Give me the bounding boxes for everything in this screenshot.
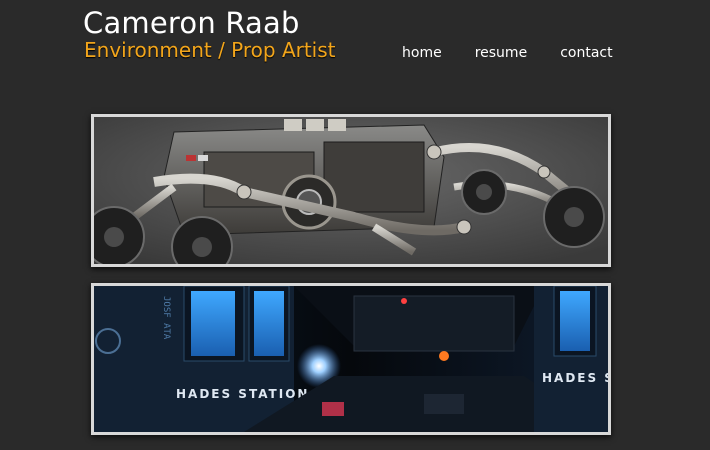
station-render-image: JOSF ATA HADES STATION HADES S	[94, 286, 608, 432]
station-vertical-text: JOSF ATA	[161, 296, 171, 340]
nav-home-link[interactable]: home	[402, 45, 442, 61]
rover-render-image	[94, 117, 608, 264]
artist-role: Environment / Prop Artist	[84, 38, 336, 62]
nav-contact-link[interactable]: contact	[560, 45, 612, 61]
nav-resume-link[interactable]: resume	[475, 45, 527, 61]
station-sign-left: HADES STATION	[176, 387, 309, 401]
portfolio-panel-rover[interactable]	[91, 114, 611, 267]
artist-name: Cameron Raab	[83, 6, 300, 40]
station-sign-right: HADES S	[542, 371, 608, 385]
portfolio-panel-station[interactable]: JOSF ATA HADES STATION HADES S	[91, 283, 611, 435]
main-nav: home resume contact	[402, 45, 646, 61]
